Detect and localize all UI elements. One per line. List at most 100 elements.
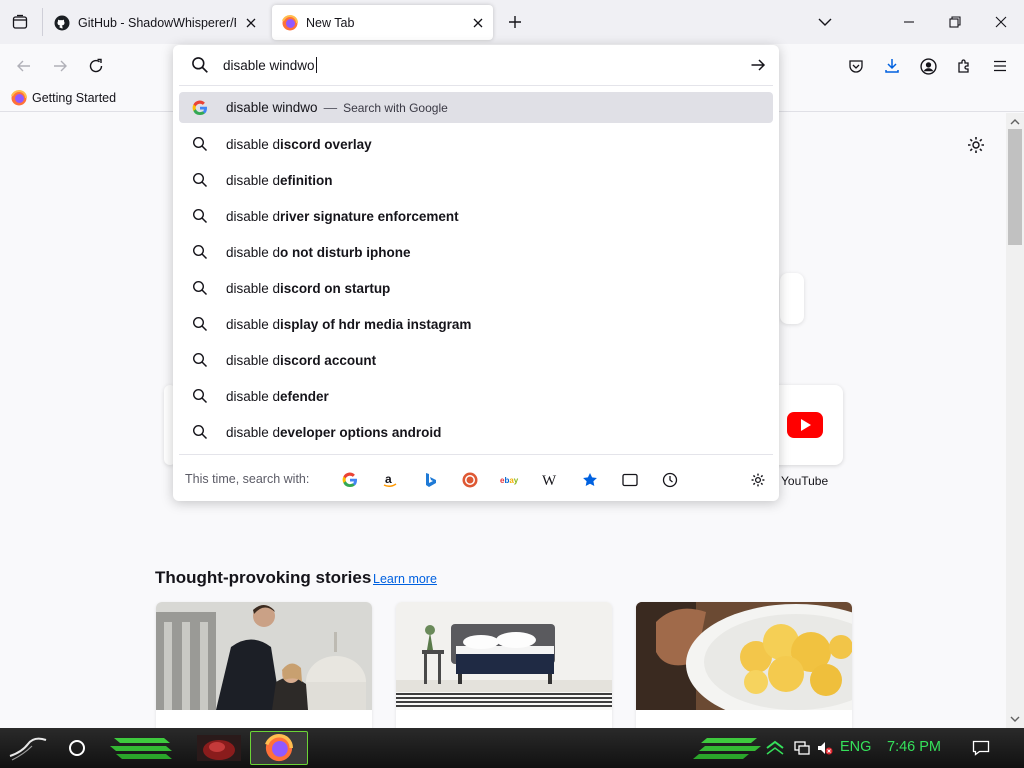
pocket-button[interactable] — [843, 53, 869, 79]
search-suggestion[interactable]: disable do not disturb iphone — [179, 234, 773, 270]
suggestion-completion: efender — [280, 388, 329, 404]
arrow-right-icon — [54, 60, 67, 72]
tab-strip: GitHub - ShadowWhisperer/Remove-Ms-Edge … — [0, 0, 1024, 44]
tab-list-button[interactable] — [8, 10, 32, 34]
history-clock-icon[interactable] — [659, 469, 681, 491]
search-circle-icon[interactable] — [69, 740, 85, 756]
search-suggestion[interactable]: disable d iscord overlay — [179, 126, 773, 162]
google-icon[interactable] — [339, 469, 361, 491]
scroll-thumb[interactable] — [1008, 129, 1022, 245]
taskbar-app-game[interactable] — [190, 731, 248, 765]
notifications-icon[interactable] — [971, 738, 991, 758]
start-swoosh-icon — [9, 737, 47, 761]
tab-title: GitHub - ShadowWhisperer/Remove-Ms-Edge — [78, 15, 236, 30]
suggestion-prefix: disable d — [226, 388, 281, 404]
taskbar-app-firefox[interactable] — [250, 731, 308, 765]
reload-button[interactable] — [83, 53, 109, 79]
chevron-down-icon — [818, 18, 832, 26]
amazon-icon[interactable]: a — [379, 469, 401, 491]
search-icon — [192, 352, 208, 368]
story-card[interactable] — [396, 602, 612, 728]
svg-text:W: W — [542, 473, 557, 488]
urlbar[interactable]: disable windwo — [173, 45, 779, 85]
search-suggestion[interactable]: disable d isplay of hdr media instagram — [179, 306, 773, 342]
bookmark-label: Getting Started — [32, 91, 117, 105]
wikipedia-icon[interactable]: W — [539, 469, 561, 491]
bing-icon[interactable] — [419, 469, 441, 491]
text-caret — [315, 57, 317, 73]
close-tab-icon[interactable] — [469, 14, 487, 32]
minimize-button[interactable] — [897, 10, 921, 34]
suggestion-completion: iscord account — [280, 352, 377, 368]
volume-muted-icon[interactable] — [815, 738, 835, 758]
result-search-with-google[interactable]: disable windwo — Search with Google — [179, 92, 773, 123]
bookmark-getting-started[interactable]: Getting Started — [11, 89, 117, 106]
story-card[interactable] — [636, 602, 852, 728]
urlbar-input[interactable]: disable windwo — [223, 55, 723, 75]
search-suggestion[interactable]: disable d iscord account — [179, 342, 773, 378]
divider — [179, 85, 773, 86]
urlbar-typed-text: disable windwo — [223, 57, 315, 73]
suggestion-completion: o not disturb iphone — [280, 244, 411, 260]
suggestion-prefix: disable d — [226, 136, 281, 152]
taskbar-decoration — [106, 732, 178, 762]
duckduckgo-icon[interactable] — [459, 469, 481, 491]
tab-new-tab[interactable]: New Tab — [272, 5, 493, 40]
result-separator: — — [323, 100, 338, 115]
search-suggestion[interactable]: disable d eveloper options android — [179, 414, 773, 450]
restore-button[interactable] — [943, 10, 967, 34]
search-icon — [192, 208, 208, 224]
scroll-up-arrow-icon[interactable] — [1006, 115, 1024, 129]
tabs-icon[interactable] — [619, 469, 641, 491]
bookmarks-star-icon[interactable] — [579, 469, 601, 491]
close-tab-icon[interactable] — [242, 14, 260, 32]
divider — [179, 454, 773, 455]
search-suggestion[interactable]: disable d iscord on startup — [179, 270, 773, 306]
suggestion-prefix: disable d — [226, 244, 281, 260]
language-indicator[interactable]: ENG — [840, 739, 871, 755]
new-tab-button[interactable] — [503, 10, 527, 34]
clock[interactable]: 7:46 PM — [887, 739, 941, 755]
forward-button[interactable] — [47, 53, 73, 79]
list-all-tabs-button[interactable] — [813, 10, 837, 34]
search-icon — [192, 388, 208, 404]
account-button[interactable] — [915, 53, 941, 79]
scroll-down-arrow-icon[interactable] — [1006, 712, 1024, 726]
search-icon — [191, 56, 209, 74]
tab-github[interactable]: GitHub - ShadowWhisperer/Remove-Ms-Edge — [44, 5, 266, 40]
learn-more-link[interactable]: Learn more — [373, 572, 437, 586]
back-button[interactable] — [11, 53, 37, 79]
oneoff-search-label: This time, search with: — [185, 472, 310, 486]
search-icon — [192, 136, 208, 152]
menu-button[interactable] — [987, 53, 1013, 79]
search-settings-gear-icon[interactable] — [747, 469, 769, 491]
close-window-button[interactable] — [989, 10, 1013, 34]
stories-heading: Thought-provoking stories — [155, 568, 372, 587]
downloads-button[interactable] — [879, 53, 905, 79]
personalize-gear-icon[interactable] — [966, 135, 986, 155]
plus-icon — [509, 16, 521, 28]
close-icon — [995, 16, 1007, 28]
story-card[interactable] — [156, 602, 372, 728]
network-icon[interactable] — [792, 738, 812, 758]
page-scrollbar[interactable] — [1006, 113, 1024, 728]
search-suggestion[interactable]: disable d efinition — [179, 162, 773, 198]
puzzle-icon — [958, 59, 969, 73]
search-icon — [192, 172, 208, 188]
account-icon — [919, 57, 937, 75]
search-suggestion[interactable]: disable d efender — [179, 378, 773, 414]
ebay-icon[interactable]: ebay — [499, 469, 521, 491]
youtube-icon — [786, 412, 823, 438]
suggestion-prefix: disable d — [226, 424, 281, 440]
go-arrow-icon[interactable] — [748, 55, 768, 75]
tray-chevron-icon[interactable] — [765, 738, 785, 758]
extensions-button[interactable] — [951, 53, 977, 79]
restore-icon — [949, 16, 961, 28]
firefox-icon — [11, 89, 27, 106]
suggestion-completion: iscord overlay — [280, 136, 372, 152]
svg-text:a: a — [385, 472, 392, 486]
start-button[interactable] — [8, 734, 48, 762]
suggestion-completion: iscord on startup — [280, 280, 391, 296]
search-suggestion[interactable]: disable d river signature enforcement — [179, 198, 773, 234]
result-text: disable windwo — [226, 100, 318, 115]
